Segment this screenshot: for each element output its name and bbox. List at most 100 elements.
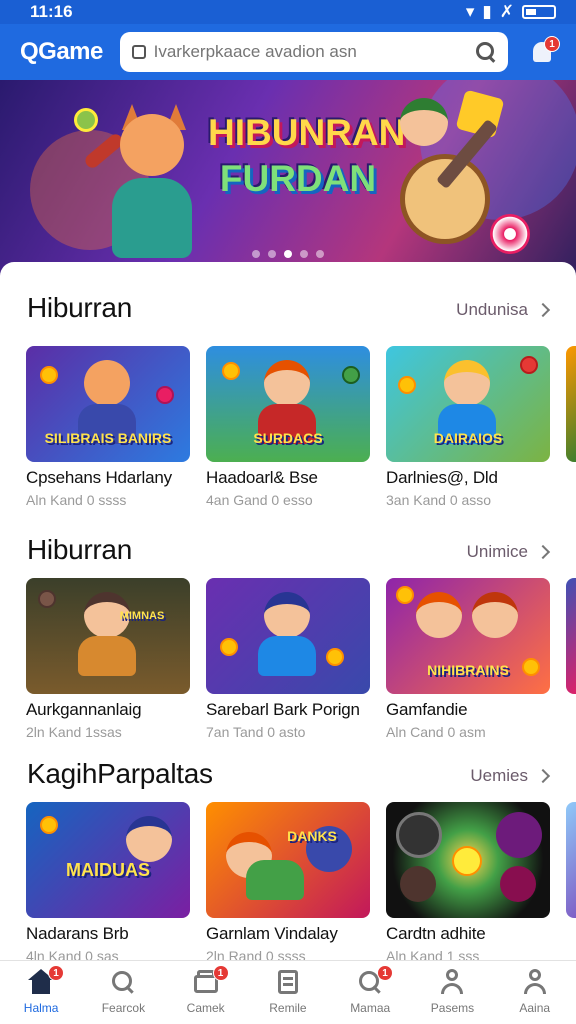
game-thumbnail: SILIBRAIS BANIRS bbox=[26, 346, 190, 462]
nav-label: Camek bbox=[186, 1001, 225, 1015]
nav-item-games[interactable]: 1 Camek bbox=[165, 961, 247, 1024]
no-signal-icon: ✗ bbox=[499, 2, 514, 21]
nav-item-mamaa[interactable]: 1 Mamaa bbox=[329, 961, 411, 1024]
banner-title-line2: FURDAN bbox=[219, 158, 377, 199]
search-icon bbox=[110, 969, 136, 995]
nav-item-remile[interactable]: Remile bbox=[247, 961, 329, 1024]
game-thumbnail bbox=[206, 578, 370, 694]
nav-badge: 1 bbox=[212, 965, 229, 981]
game-title: Gamfandie bbox=[386, 700, 468, 719]
app-logo[interactable]: QGame bbox=[20, 38, 120, 66]
section-more-link[interactable]: Unimice bbox=[466, 542, 551, 562]
status-icons: ▾ ▮ ✗ bbox=[466, 2, 556, 22]
status-bar: 11:16 ▾ ▮ ✗ bbox=[0, 0, 576, 24]
bottom-nav: 1 Halma Fearcok 1 Camek Remile 1 Mamaa P… bbox=[0, 960, 576, 1024]
battery-icon bbox=[522, 5, 556, 19]
game-thumbnail-label: MAIDUAS bbox=[66, 860, 150, 880]
banner-title: HIBUNRAN FURDAN bbox=[208, 110, 406, 202]
section-2: Hiburran Unimice MIMNAS Aurkgannanlaig 2… bbox=[0, 528, 576, 740]
game-card[interactable]: Cardtn adhite Aln Kand 1 sss bbox=[386, 802, 550, 962]
game-title: Cpsehans Hdarlany bbox=[26, 468, 172, 487]
game-card[interactable]: DANKS Garnlam Vindalay 2ln Rand 0 ssss bbox=[206, 802, 370, 962]
game-thumbnail bbox=[386, 802, 550, 918]
game-subtitle: 4an Gand 0 esso bbox=[206, 492, 313, 508]
game-card-peek[interactable] bbox=[566, 346, 576, 462]
game-thumbnail: DANKS bbox=[206, 802, 370, 918]
nav-badge: 1 bbox=[48, 965, 64, 981]
chevron-right-icon bbox=[535, 302, 551, 318]
game-subtitle: 7an Tand 0 asto bbox=[206, 724, 306, 740]
section-more-link[interactable]: Undunisa bbox=[456, 300, 551, 320]
game-card-peek[interactable] bbox=[566, 578, 576, 694]
banner-character-fox bbox=[74, 104, 202, 274]
search-bar[interactable] bbox=[119, 32, 509, 72]
nav-label: Halma bbox=[23, 1001, 59, 1015]
section-title: Hiburran bbox=[27, 292, 132, 323]
badge-icon bbox=[439, 969, 465, 995]
game-subtitle: Aln Cand 0 asm bbox=[386, 724, 486, 740]
game-thumbnail-label: DAIRAIOS bbox=[433, 430, 503, 446]
app-header: QGame 1 bbox=[0, 24, 576, 80]
banner-character-guitar bbox=[380, 89, 560, 274]
game-subtitle: Aln Kand 0 ssss bbox=[26, 492, 127, 508]
chevron-right-icon bbox=[535, 544, 551, 560]
banner-title-line1: HIBUNRAN bbox=[208, 112, 406, 153]
section-3: KagihParpaltas Uemies MAIDUAS Nadarans B… bbox=[0, 752, 576, 962]
nav-item-pasems[interactable]: Pasems bbox=[411, 961, 493, 1024]
nav-label: Mamaa bbox=[350, 1001, 391, 1015]
game-thumbnail-label: MIMNAS bbox=[119, 610, 165, 622]
game-thumbnail: NIHIBRAINS bbox=[386, 578, 550, 694]
section-more-label: Uemies bbox=[470, 766, 528, 785]
nav-item-search[interactable]: Fearcok bbox=[82, 961, 164, 1024]
game-card[interactable]: SILIBRAIS BANIRS Cpsehans Hdarlany Aln K… bbox=[26, 346, 190, 508]
hero-banner[interactable]: HIBUNRAN FURDAN bbox=[0, 80, 576, 276]
game-subtitle: 3an Kand 0 asso bbox=[386, 492, 492, 508]
search-icon[interactable] bbox=[476, 42, 496, 62]
game-thumbnail: SURDACS bbox=[206, 346, 370, 462]
profile-icon bbox=[522, 969, 548, 995]
game-thumbnail-label: SILIBRAIS BANIRS bbox=[44, 430, 172, 446]
wifi-icon: ▾ bbox=[465, 2, 475, 21]
game-thumbnail-label: DANKS bbox=[287, 828, 337, 844]
nav-label: Aaina bbox=[519, 1001, 551, 1015]
nav-item-profile[interactable]: Aaina bbox=[494, 961, 576, 1024]
game-card[interactable]: MAIDUAS Nadarans Brb 4ln Kand 0 sas bbox=[26, 802, 190, 962]
content-panel: Hiburran Undunisa SILIBRAIS BANIRS Cpseh… bbox=[0, 262, 576, 962]
notification-button[interactable]: 1 bbox=[522, 32, 562, 72]
section-more-label: Unimice bbox=[466, 542, 528, 561]
game-title: Darlnies@, Dld bbox=[386, 468, 498, 487]
scan-icon bbox=[131, 45, 146, 59]
game-card[interactable]: DAIRAIOS Darlnies@, Dld 3an Kand 0 asso bbox=[386, 346, 550, 508]
section-title: KagihParpaltas bbox=[27, 758, 213, 789]
chevron-right-icon bbox=[535, 768, 551, 784]
game-title: Nadarans Brb bbox=[26, 924, 129, 943]
carousel-dot-active[interactable] bbox=[284, 250, 292, 258]
game-subtitle: 2ln Kand 1ssas bbox=[26, 724, 122, 740]
carousel-dot[interactable] bbox=[300, 250, 308, 258]
game-card[interactable]: Sarebarl Bark Porign 7an Tand 0 asto bbox=[206, 578, 370, 740]
search-input[interactable] bbox=[153, 42, 469, 62]
carousel-dot[interactable] bbox=[252, 250, 260, 258]
game-card[interactable]: NIHIBRAINS Gamfandie Aln Cand 0 asm bbox=[386, 578, 550, 740]
game-title: Garnlam Vindalay bbox=[206, 924, 338, 943]
game-title: Aurkgannanlaig bbox=[26, 700, 142, 719]
section-more-link[interactable]: Uemies bbox=[470, 766, 551, 786]
document-icon bbox=[275, 969, 301, 995]
section-1: Hiburran Undunisa SILIBRAIS BANIRS Cpseh… bbox=[0, 286, 576, 508]
carousel-dots[interactable] bbox=[0, 250, 576, 258]
nav-badge: 1 bbox=[377, 965, 394, 981]
carousel-dot[interactable] bbox=[268, 250, 276, 258]
game-thumbnail: MIMNAS bbox=[26, 578, 190, 694]
game-title: Sarebarl Bark Porign bbox=[206, 700, 360, 719]
game-card-peek[interactable] bbox=[566, 802, 576, 918]
game-thumbnail: DAIRAIOS bbox=[386, 346, 550, 462]
game-thumbnail: MAIDUAS bbox=[26, 802, 190, 918]
nav-label: Remile bbox=[269, 1001, 307, 1015]
notification-badge: 1 bbox=[544, 36, 560, 52]
nav-label: Fearcok bbox=[101, 1001, 146, 1015]
game-title: Haadoarl& Bse bbox=[206, 468, 318, 487]
carousel-dot[interactable] bbox=[316, 250, 324, 258]
nav-item-home[interactable]: 1 Halma bbox=[0, 961, 82, 1024]
game-card[interactable]: MIMNAS Aurkgannanlaig 2ln Kand 1ssas bbox=[26, 578, 190, 740]
game-card[interactable]: SURDACS Haadoarl& Bse 4an Gand 0 esso bbox=[206, 346, 370, 508]
